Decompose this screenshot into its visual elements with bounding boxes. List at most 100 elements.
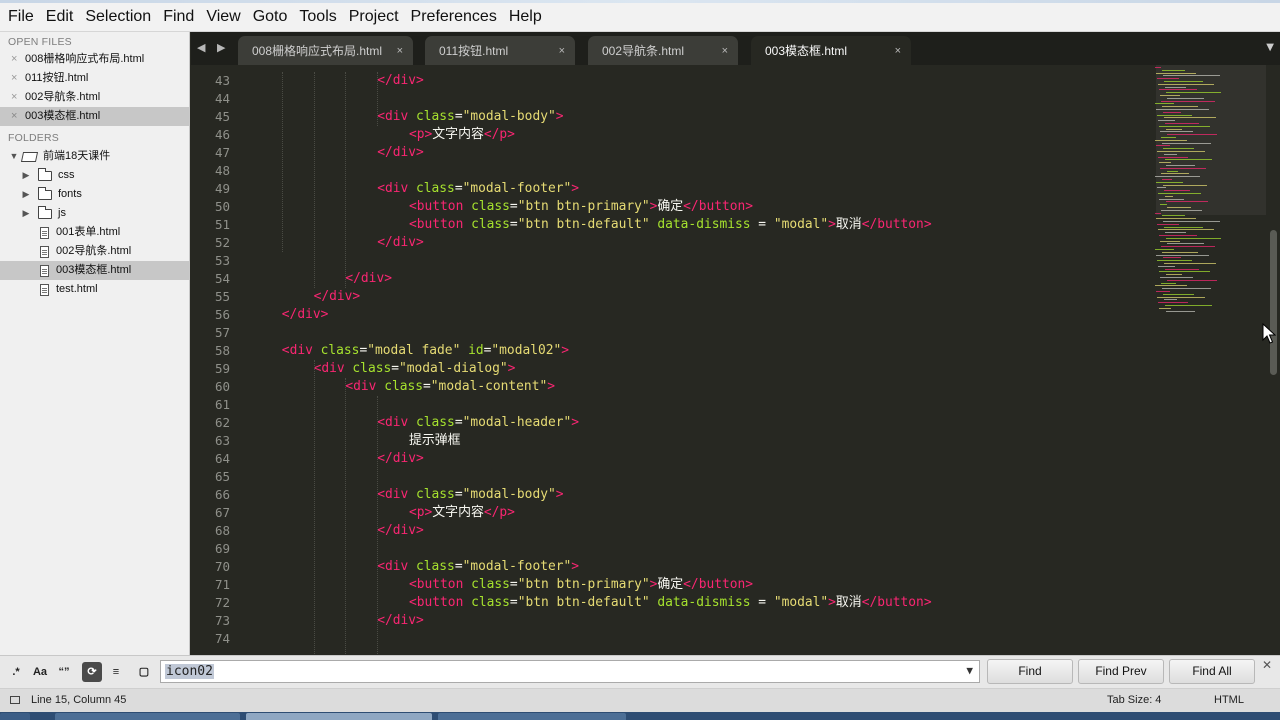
tree-folder-fonts[interactable]: ▶ fonts	[0, 185, 189, 204]
menu-file[interactable]: File	[2, 2, 40, 30]
close-tab-icon[interactable]: ×	[397, 45, 403, 57]
minimap-line	[1165, 123, 1199, 124]
code-token: button	[698, 577, 746, 592]
tab-scroll-arrows-icon[interactable]: ◀ ▶	[197, 41, 229, 54]
code-line[interactable]: <button class="btn btn-default" data-dis…	[409, 216, 932, 234]
syntax-indicator[interactable]: HTML	[1214, 694, 1244, 706]
code-line[interactable]: </div>	[377, 234, 424, 252]
tab-file[interactable]: 008栅格响应式布局.html ×	[238, 36, 413, 65]
menu-bar: File Edit Selection Find View Goto Tools Projec…	[0, 0, 1280, 32]
taskbar-item[interactable]	[246, 713, 432, 720]
minimap-line	[1158, 83, 1214, 85]
vertical-scrollbar[interactable]	[1267, 65, 1280, 655]
code-line[interactable]: <button class="btn btn-primary">确定</butt…	[409, 198, 753, 216]
code-line[interactable]: <div class="modal-header">	[377, 414, 579, 432]
menu-view[interactable]: View	[200, 2, 246, 30]
find-input[interactable]: icon02 ▼	[160, 660, 980, 683]
highlight-matches-toggle-icon[interactable]: ▢	[134, 662, 154, 682]
code-line[interactable]: <div class="modal-body">	[377, 108, 563, 126]
menu-tools[interactable]: Tools	[293, 2, 342, 30]
code-line[interactable]: </div>	[345, 270, 392, 288]
taskbar-item[interactable]	[55, 713, 240, 720]
wrap-toggle-icon[interactable]: ⟳	[82, 662, 102, 682]
collapse-arrow-icon[interactable]: ▶	[20, 204, 32, 223]
code-line[interactable]: <button class="btn btn-default" data-dis…	[409, 594, 932, 612]
find-button[interactable]: Find	[987, 659, 1073, 684]
menu-help[interactable]: Help	[503, 2, 548, 30]
open-file-label: 011按钮.html	[25, 72, 89, 84]
menu-find[interactable]: Find	[157, 2, 200, 30]
close-tab-icon[interactable]: ×	[559, 45, 565, 57]
panel-toggle-icon[interactable]	[10, 696, 20, 704]
close-file-icon[interactable]: ×	[11, 50, 25, 69]
code-token: =	[509, 577, 518, 592]
code-line[interactable]: <div class="modal-dialog">	[314, 360, 516, 378]
open-file-item[interactable]: × 008栅格响应式布局.html	[0, 50, 189, 69]
code-line[interactable]: <div class="modal-body">	[377, 486, 563, 504]
tree-file-item[interactable]: 002导航条.html	[0, 242, 189, 261]
menu-goto[interactable]: Goto	[247, 2, 294, 30]
collapse-arrow-icon[interactable]: ▶	[20, 185, 32, 204]
minimap[interactable]	[1151, 65, 1261, 325]
open-file-item[interactable]: × 003模态框.html	[0, 107, 189, 126]
tree-folder-css[interactable]: ▶ css	[0, 166, 189, 185]
menu-project[interactable]: Project	[343, 2, 405, 30]
taskbar-item[interactable]	[438, 713, 626, 720]
find-history-dropdown-icon[interactable]: ▼	[966, 664, 973, 677]
menu-selection[interactable]: Selection	[79, 2, 157, 30]
code-line[interactable]: <div class="modal fade" id="modal02">	[282, 342, 569, 360]
code-token: >	[320, 307, 329, 322]
code-line[interactable]: <button class="btn btn-primary">确定</butt…	[409, 576, 753, 594]
code-line[interactable]: <p>文字内容</p>	[409, 504, 515, 522]
case-sensitive-toggle-icon[interactable]: Aa	[30, 662, 50, 682]
tree-folder-js[interactable]: ▶ js	[0, 204, 189, 223]
scrollbar-thumb[interactable]	[1270, 230, 1277, 375]
menu-edit[interactable]: Edit	[40, 2, 80, 30]
in-selection-toggle-icon[interactable]: ≡	[106, 662, 126, 682]
collapse-arrow-icon[interactable]: ▶	[20, 166, 32, 185]
close-file-icon[interactable]: ×	[11, 107, 25, 126]
minimap-line	[1160, 204, 1167, 206]
code-line[interactable]: 提示弹框	[409, 432, 461, 450]
tab-file[interactable]: 002导航条.html ×	[588, 36, 738, 65]
close-file-icon[interactable]: ×	[11, 69, 25, 88]
tree-file-item[interactable]: 003模态框.html	[0, 261, 189, 280]
code-area[interactable]: </div> <div class="modal-body"> <p>文字内容</p…	[250, 65, 1150, 655]
code-line[interactable]: <div class="modal-footer">	[377, 558, 579, 576]
close-tab-icon[interactable]: ×	[722, 45, 728, 57]
open-file-item[interactable]: × 002导航条.html	[0, 88, 189, 107]
code-line[interactable]: </div>	[377, 612, 424, 630]
expand-arrow-icon[interactable]: ▼	[8, 147, 20, 166]
code-line[interactable]: <div class="modal-footer">	[377, 180, 579, 198]
close-icon[interactable]: ✕	[1262, 658, 1272, 672]
code-line[interactable]: <div class="modal-content">	[345, 378, 555, 396]
whole-word-toggle-icon[interactable]: “”	[54, 662, 74, 682]
tree-root-folder[interactable]: ▼ 前端18天课件	[0, 147, 189, 166]
tree-file-item[interactable]: test.html	[0, 280, 189, 299]
code-line[interactable]: </div>	[377, 450, 424, 468]
start-button[interactable]	[0, 713, 30, 720]
code-editor[interactable]: 43 44 45 46 47 48 49 50 51 52 53 54 55 56 57 58 59 60 61 62…	[191, 65, 1280, 655]
tab-list-menu-icon[interactable]: ▼	[1266, 42, 1274, 53]
code-line[interactable]: <p>文字内容</p>	[409, 126, 515, 144]
tab-file[interactable]: 011按钮.html ×	[425, 36, 575, 65]
tree-file-item[interactable]: 001表单.html	[0, 223, 189, 242]
minimap-line	[1160, 167, 1206, 169]
regex-toggle-icon[interactable]: .*	[6, 662, 26, 682]
code-line[interactable]: </div>	[377, 144, 424, 162]
close-file-icon[interactable]: ×	[11, 88, 25, 107]
find-all-button[interactable]: Find All	[1169, 659, 1255, 684]
code-line[interactable]: </div>	[377, 522, 424, 540]
code-line[interactable]: </div>	[314, 288, 361, 306]
find-prev-button[interactable]: Find Prev	[1078, 659, 1164, 684]
code-line[interactable]: </div>	[377, 72, 424, 90]
open-file-item[interactable]: × 011按钮.html	[0, 69, 189, 88]
tab-file[interactable]: 003模态框.html ×	[751, 36, 911, 65]
line-number: 71	[214, 577, 230, 592]
menu-preferences[interactable]: Preferences	[405, 2, 503, 30]
line-number: 74	[214, 631, 230, 646]
close-tab-icon[interactable]: ×	[895, 45, 901, 57]
tab-size-indicator[interactable]: Tab Size: 4	[1107, 694, 1161, 706]
code-line[interactable]: </div>	[282, 306, 329, 324]
code-token: </	[683, 199, 699, 214]
